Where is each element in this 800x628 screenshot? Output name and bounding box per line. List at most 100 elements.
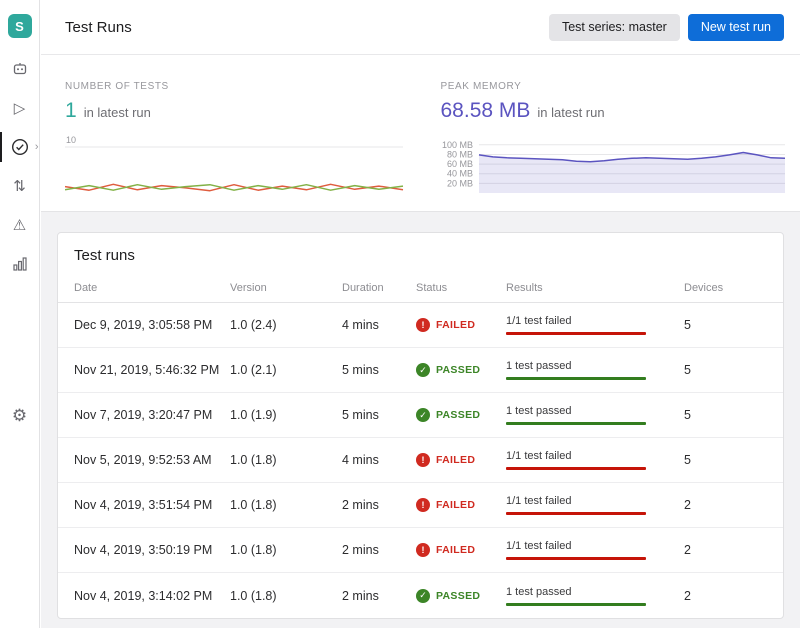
- passed-icon: ✓: [416, 408, 430, 422]
- new-test-run-button[interactable]: New test run: [688, 14, 784, 41]
- sidebar-item-settings[interactable]: ⚙: [0, 402, 40, 428]
- sidebar-item-commits[interactable]: ⇅: [0, 173, 40, 199]
- tests-panel: NUMBER OF TESTS 1 in latest run 10: [65, 81, 409, 211]
- svg-text:10: 10: [66, 135, 76, 145]
- result-bar: [506, 557, 646, 560]
- row-status: !FAILED: [416, 498, 506, 512]
- row-duration: 5 mins: [342, 363, 416, 377]
- status-label: PASSED: [436, 409, 480, 421]
- result-bar: [506, 422, 646, 425]
- table-row[interactable]: Nov 5, 2019, 9:52:53 AM1.0 (1.8)4 mins!F…: [58, 438, 783, 483]
- row-devices: 2: [684, 589, 767, 603]
- svg-text:100 MB: 100 MB: [441, 140, 472, 150]
- table-row[interactable]: Dec 9, 2019, 3:05:58 PM1.0 (2.4)4 mins!F…: [58, 303, 783, 348]
- sidebar-item-reports[interactable]: [0, 251, 40, 277]
- row-devices: 5: [684, 408, 767, 422]
- row-duration: 2 mins: [342, 589, 416, 603]
- row-devices: 5: [684, 453, 767, 467]
- tests-chart: 10: [65, 131, 405, 197]
- row-status: ✓ PASSED: [416, 408, 506, 422]
- column-header-devices: Devices: [684, 282, 767, 294]
- row-version: 1.0 (1.8): [230, 543, 342, 557]
- tests-panel-value: 1 in latest run: [65, 99, 409, 123]
- bar-chart-icon: [11, 255, 29, 273]
- sidebar-item-issues[interactable]: ⚠: [0, 212, 40, 238]
- result-label: 1 test passed: [506, 405, 684, 417]
- row-status: ! FAILED: [416, 543, 506, 557]
- result-label: 1/1 test failed: [506, 450, 684, 462]
- memory-panel: PEAK MEMORY 68.58 MB in latest run 100 M…: [441, 81, 785, 211]
- status-label: FAILED: [436, 499, 475, 511]
- result-label: 1 test passed: [506, 360, 684, 372]
- row-status: !FAILED: [416, 318, 506, 332]
- card-title: Test runs: [58, 233, 783, 276]
- row-version: 1.0 (1.8): [230, 589, 342, 603]
- row-version: 1.0 (2.4): [230, 318, 342, 332]
- row-version: 1.0 (1.8): [230, 453, 342, 467]
- avatar[interactable]: S: [8, 14, 32, 38]
- table-row[interactable]: Nov 7, 2019, 3:20:47 PM1.0 (1.9)5 mins✓P…: [58, 393, 783, 438]
- table-row[interactable]: Nov 4, 2019, 3:14:02 PM1.0 (1.8)2 mins✓P…: [58, 573, 783, 618]
- row-devices: 2: [684, 498, 767, 512]
- play-icon: ▷: [14, 101, 26, 116]
- row-status: ✓PASSED: [416, 589, 506, 603]
- table-header: Date Version Duration Status Results Dev…: [58, 276, 783, 303]
- row-results: 1 test passed: [506, 405, 684, 425]
- failed-icon: !: [416, 318, 430, 332]
- row-date: Nov 7, 2019, 3:20:47 PM: [74, 408, 230, 422]
- app-window: S ▷ › ⇅ ⚠: [0, 0, 800, 628]
- arrows-up-down-icon: ⇅: [13, 179, 26, 194]
- table-row[interactable]: Nov 4, 2019, 3:51:54 PM1.0 (1.8)2 mins!F…: [58, 483, 783, 528]
- memory-chart: 100 MB80 MB60 MB40 MB20 MB: [441, 131, 787, 197]
- row-date: Nov 4, 2019, 3:50:19 PM: [74, 543, 230, 557]
- row-date: Dec 9, 2019, 3:05:58 PM: [74, 318, 230, 332]
- row-results: 1/1 test failed: [506, 315, 684, 335]
- status-label: FAILED: [436, 544, 475, 556]
- status-label: PASSED: [436, 364, 480, 376]
- row-results: 1/1 test failed: [506, 540, 684, 560]
- page-title: Test Runs: [65, 19, 132, 36]
- failed-icon: !: [416, 543, 430, 557]
- table-body: Dec 9, 2019, 3:05:58 PM1.0 (2.4)4 mins! F…: [58, 303, 783, 618]
- row-duration: 4 mins: [342, 318, 416, 332]
- row-devices: 5: [684, 363, 767, 377]
- row-results: 1 test passed: [506, 586, 684, 606]
- row-date: Nov 21, 2019, 5:46:32 PM: [74, 363, 230, 377]
- row-duration: 2 mins: [342, 498, 416, 512]
- row-date: Nov 5, 2019, 9:52:53 AM: [74, 453, 230, 467]
- column-header-date: Date: [74, 282, 230, 294]
- summary-section: NUMBER OF TESTS 1 in latest run 10 PEAK …: [41, 55, 800, 212]
- sidebar: S ▷ › ⇅ ⚠: [0, 0, 40, 628]
- status-label: FAILED: [436, 454, 475, 466]
- result-label: 1/1 test failed: [506, 540, 684, 552]
- result-bar: [506, 603, 646, 606]
- header-actions: Test series: master New test run: [549, 14, 784, 41]
- row-date: Nov 4, 2019, 3:51:54 PM: [74, 498, 230, 512]
- tests-count-suffix: in latest run: [84, 105, 151, 120]
- test-runs-card: Test runs Date Version Duration Status R…: [57, 232, 784, 619]
- test-series-button[interactable]: Test series: master: [549, 14, 680, 41]
- tests-panel-label: NUMBER OF TESTS: [65, 81, 409, 92]
- column-header-results: Results: [506, 282, 684, 294]
- row-version: 1.0 (2.1): [230, 363, 342, 377]
- main-area: Test Runs Test series: master New test r…: [41, 0, 800, 628]
- sidebar-item-tests[interactable]: ›: [0, 134, 40, 160]
- memory-panel-label: PEAK MEMORY: [441, 81, 785, 92]
- status-label: PASSED: [436, 590, 480, 602]
- result-bar: [506, 467, 646, 470]
- table-row[interactable]: Nov 21, 2019, 5:46:32 PM1.0 (2.1)5 mins✓…: [58, 348, 783, 393]
- table-row[interactable]: Nov 4, 2019, 3:50:19 PM1.0 (1.8)2 mins! F…: [58, 528, 783, 573]
- sidebar-item-runs[interactable]: ▷: [0, 95, 40, 121]
- result-label: 1 test passed: [506, 586, 684, 598]
- row-results: 1/1 test failed: [506, 495, 684, 515]
- column-header-duration: Duration: [342, 282, 416, 294]
- row-results: 1 test passed: [506, 360, 684, 380]
- row-duration: 2 mins: [342, 543, 416, 557]
- page-header: Test Runs Test series: master New test r…: [41, 0, 800, 55]
- sidebar-item-bots[interactable]: [0, 56, 40, 82]
- column-header-version: Version: [230, 282, 342, 294]
- failed-icon: !: [416, 453, 430, 467]
- row-devices: 5: [684, 318, 767, 332]
- row-version: 1.0 (1.9): [230, 408, 342, 422]
- svg-text:40 MB: 40 MB: [446, 169, 472, 179]
